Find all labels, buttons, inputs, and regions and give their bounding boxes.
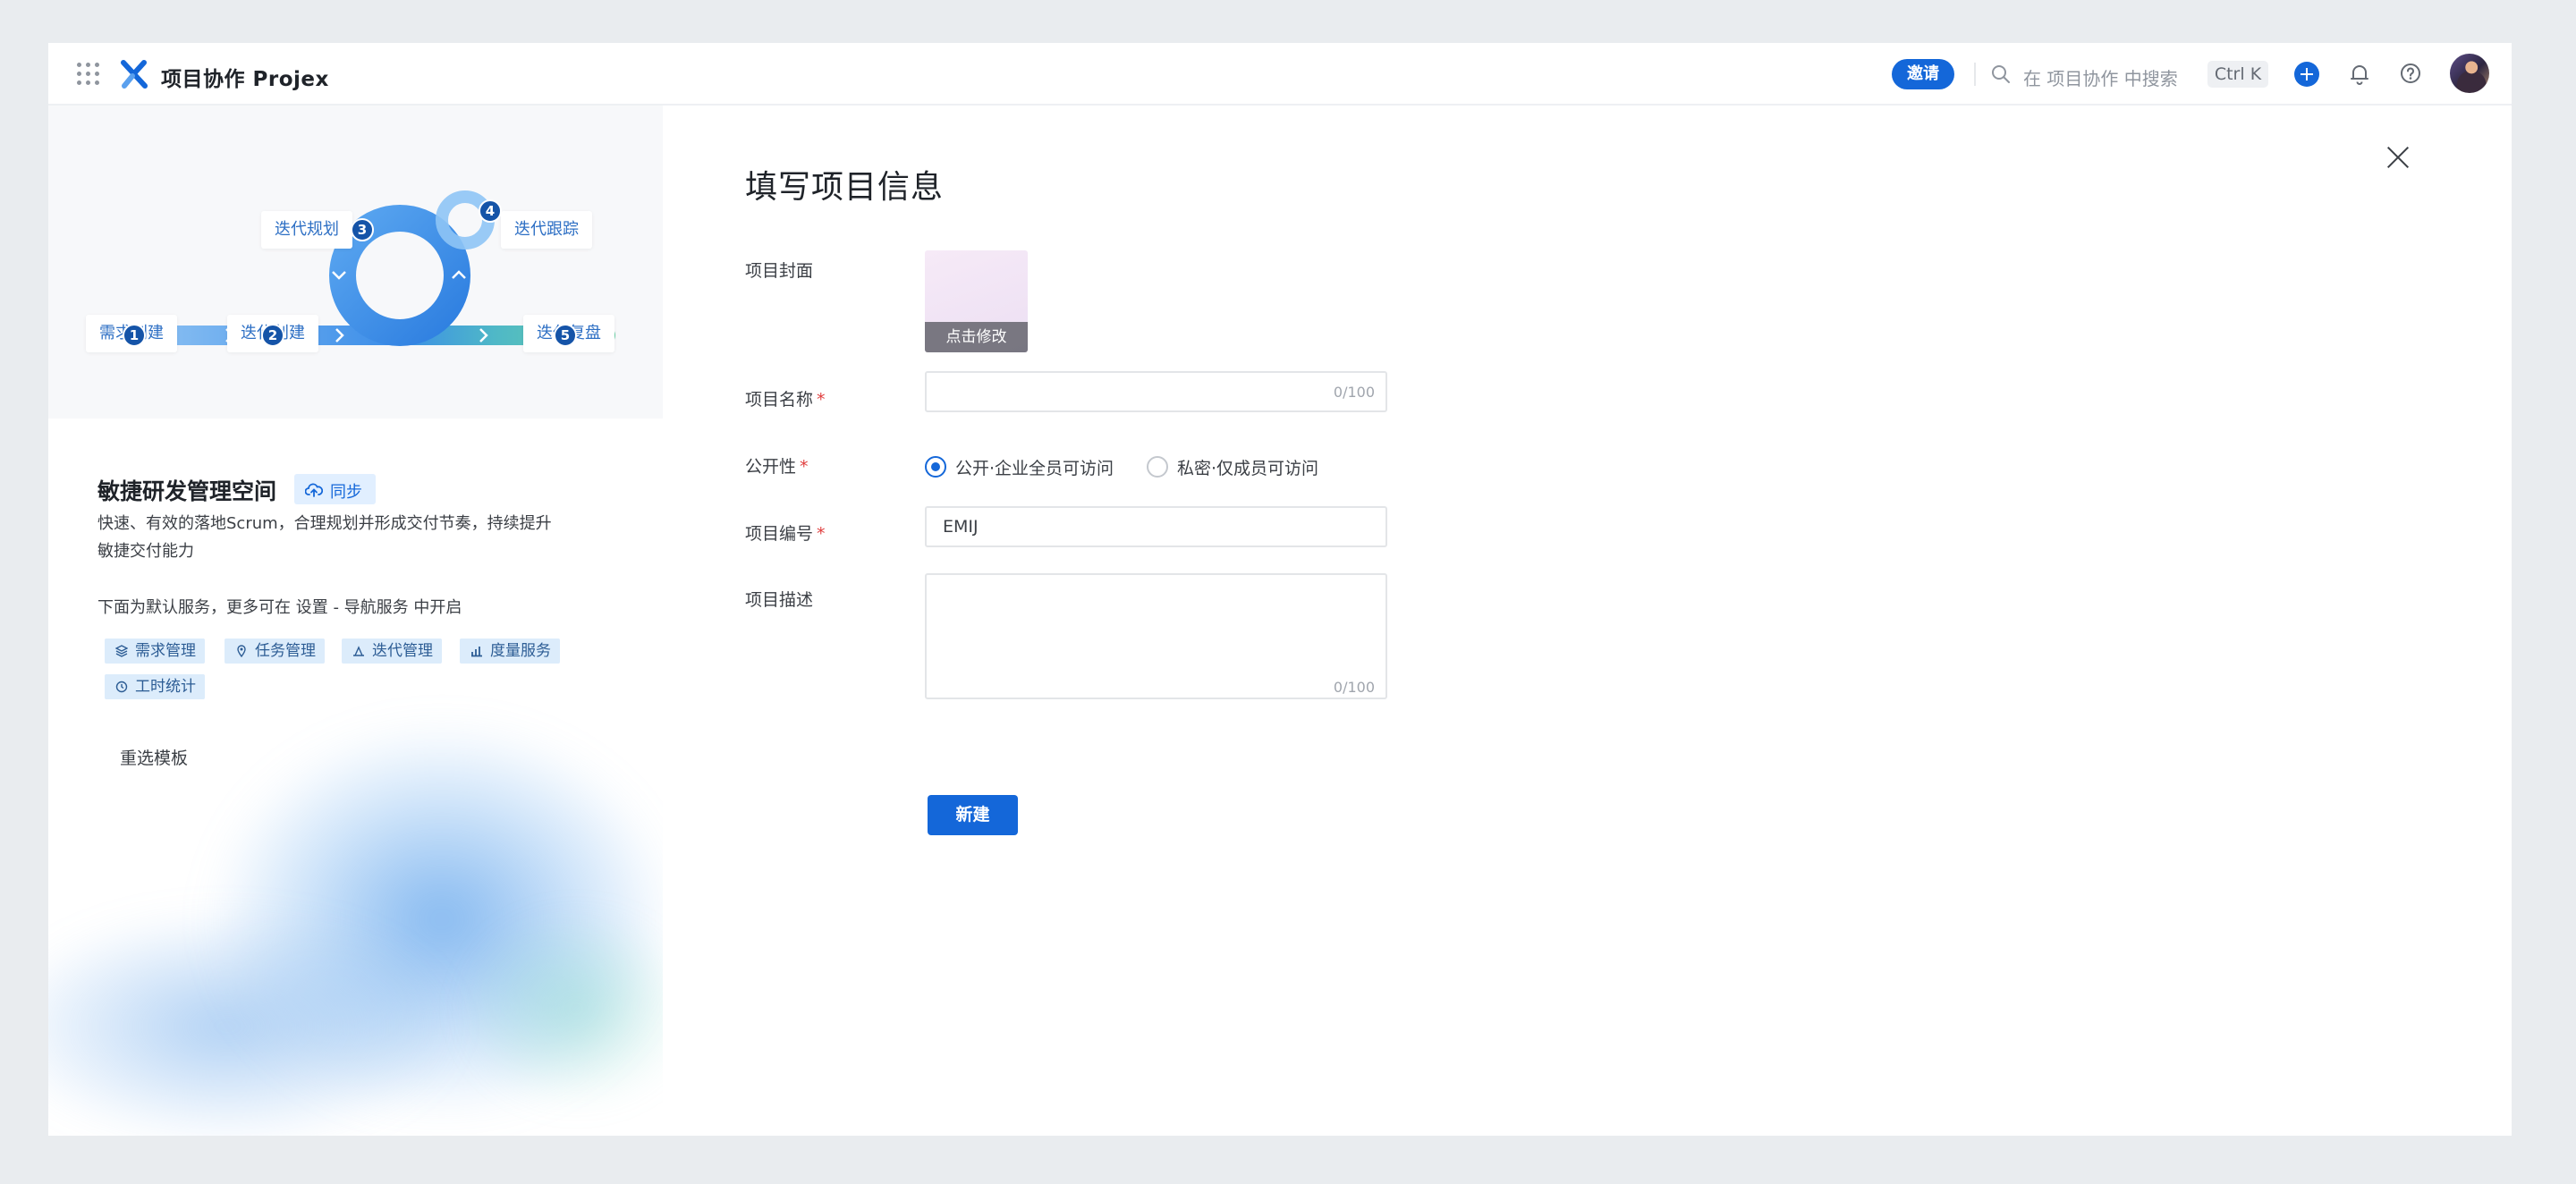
step-number-badge: 1: [123, 324, 146, 347]
description-char-counter: 0/100: [1333, 679, 1375, 696]
pin-icon: [237, 645, 246, 657]
step-number-badge: 5: [554, 324, 577, 347]
agile-flow-diagram: [132, 190, 615, 346]
description-label: 项目描述: [745, 590, 814, 610]
project-description-textarea[interactable]: 0/100: [925, 573, 1387, 699]
service-tag-timesheet: 工时统计: [105, 674, 205, 699]
name-label-text: 项目名称: [745, 390, 814, 410]
service-tag-label: 迭代管理: [372, 642, 433, 660]
step-label-card: 迭代规划: [261, 211, 352, 249]
iteration-icon: [353, 646, 364, 656]
required-mark: *: [817, 390, 826, 410]
app-window: 项目协作 Projex 邀请 在 项目协作 中搜索 Ctrl K 1 2 迭代规…: [48, 43, 2512, 1136]
radio-dot: [1147, 456, 1168, 478]
plus-icon[interactable]: [2294, 62, 2319, 87]
reselect-template-button[interactable]: 重选模板: [97, 739, 210, 778]
template-description: 快速、有效的落地Scrum，合理规划并形成交付节奏，持续提升敏捷交付能力: [97, 514, 552, 561]
project-name-input[interactable]: 0/100: [925, 371, 1387, 412]
cover-edit-label: 点击修改: [925, 322, 1028, 352]
cover-upload[interactable]: 点击修改: [925, 250, 1028, 352]
name-label: 项目名称 *: [745, 386, 826, 410]
step-number-badge: 2: [261, 324, 284, 347]
service-tag-iterations: 迭代管理: [342, 639, 442, 664]
code-label-text: 项目编号: [745, 524, 814, 544]
name-char-counter: 0/100: [1333, 384, 1375, 401]
step-label-card: 迭代跟踪: [501, 211, 592, 249]
sync-button[interactable]: 同步: [294, 474, 376, 504]
step-number-badge: 3: [351, 218, 374, 241]
search-input[interactable]: 在 项目协作 中搜索: [1987, 57, 2220, 91]
service-tag-label: 需求管理: [135, 642, 196, 660]
visibility-label: 公开性 *: [745, 453, 809, 478]
service-tag-label: 任务管理: [255, 642, 316, 660]
app-title: 项目协作 Projex: [161, 68, 329, 91]
code-label: 项目编号 *: [745, 520, 826, 545]
service-tag-tasks: 任务管理: [225, 639, 325, 664]
project-code-input[interactable]: EMIJ: [925, 506, 1387, 547]
radio-dot: [925, 456, 946, 478]
invite-button[interactable]: 邀请: [1892, 59, 1954, 89]
template-title: 敏捷研发管理空间: [97, 478, 277, 504]
search-placeholder: 在 项目协作 中搜索: [2023, 68, 2178, 89]
clock-icon: [115, 681, 128, 693]
visibility-option-label: 公开·企业全员可访问: [955, 459, 1114, 478]
service-tag-label: 工时统计: [135, 678, 196, 696]
avatar[interactable]: [2450, 54, 2489, 93]
sync-label: 同步: [330, 483, 362, 502]
bar-chart-icon: [471, 647, 482, 657]
create-button[interactable]: 新建: [928, 795, 1018, 835]
top-bar: 项目协作 Projex 邀请 在 项目协作 中搜索 Ctrl K: [48, 43, 2512, 106]
bell-icon[interactable]: [2346, 60, 2373, 87]
required-mark: *: [817, 524, 826, 544]
close-icon[interactable]: [2384, 143, 2412, 172]
form-title: 填写项目信息: [745, 169, 945, 206]
service-note: 下面为默认服务，更多可在 设置 - 导航服务 中开启: [97, 598, 462, 617]
projex-logo-icon: [121, 60, 148, 89]
project-code-value: EMIJ: [943, 517, 979, 537]
cover-label: 项目封面: [745, 261, 814, 281]
shortcut-badge: Ctrl K: [2207, 61, 2268, 88]
service-tag-label: 度量服务: [490, 642, 551, 660]
grid-icon[interactable]: [77, 63, 100, 86]
cloud-sync-icon: [305, 483, 323, 497]
visibility-option-label: 私密·仅成员可访问: [1177, 459, 1319, 478]
visibility-label-text: 公开性: [745, 457, 797, 477]
required-mark: *: [800, 457, 809, 477]
service-tag-requirements: 需求管理: [105, 639, 205, 664]
layers-icon: [115, 645, 128, 657]
search-icon: [1992, 65, 2010, 83]
step-number-badge: 4: [479, 199, 502, 223]
divider: [1974, 63, 1976, 86]
project-form: 填写项目信息 项目封面 点击修改 项目名称 * 0/100 公开性 * 公开·企业全…: [663, 106, 2512, 1136]
help-icon[interactable]: [2397, 60, 2424, 87]
template-panel: 需求创建1迭代创建2迭代规划3迭代跟踪4迭代复盘5 敏捷研发管理空间 同步 快速…: [48, 106, 663, 1136]
service-tag-metrics: 度量服务: [460, 639, 560, 664]
